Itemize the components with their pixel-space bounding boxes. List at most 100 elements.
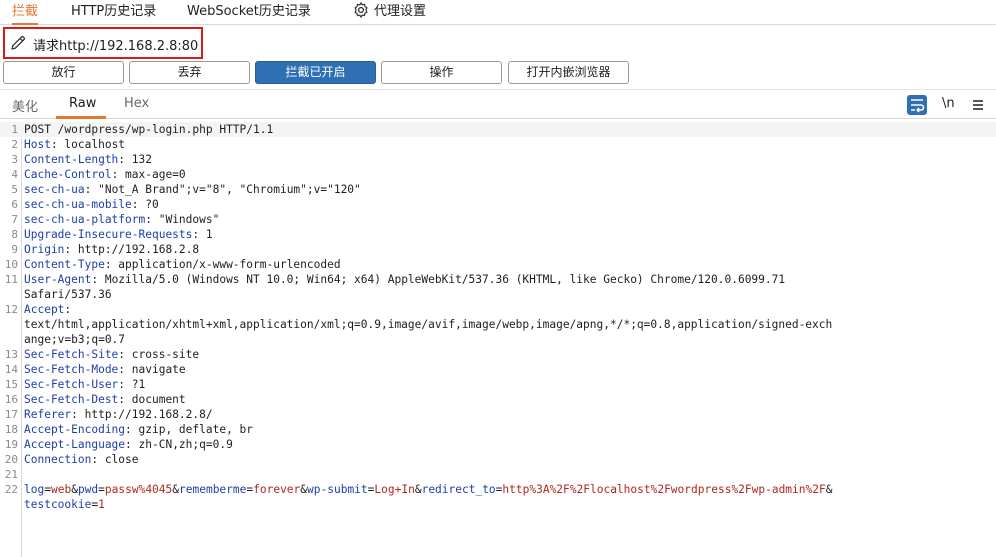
param-value: Log+In xyxy=(374,483,415,496)
code-line: 21 xyxy=(0,467,996,482)
code-line: testcookie=1 xyxy=(0,497,996,512)
code-line: 1 POST /wordpress/wp-login.php HTTP/1.1 xyxy=(0,122,996,137)
header-name: Accept-Language xyxy=(24,438,126,451)
hamburger-icon xyxy=(973,100,983,110)
code-line: 15 Sec-Fetch-User: ?1 xyxy=(0,377,996,392)
line-number: 13 xyxy=(4,348,18,361)
header-value: Safari/537.36 xyxy=(24,288,112,301)
header-value: : close xyxy=(91,453,139,466)
raw-request-editor[interactable]: 1 POST /wordpress/wp-login.php HTTP/1.1 2 H… xyxy=(0,122,996,512)
header-value: : Mozilla/5.0 (Windows NT 10.0; Win64; x… xyxy=(91,273,786,286)
line-text: Cache-Control: max-age=0 xyxy=(24,167,186,182)
pencil-icon[interactable] xyxy=(9,34,27,52)
open-browser-button[interactable]: 打开内嵌浏览器 xyxy=(508,61,629,84)
wrap-lines-button[interactable] xyxy=(907,95,927,115)
line-number: 14 xyxy=(4,363,18,376)
header-name: Sec-Fetch-User xyxy=(24,378,119,391)
line-number: 12 xyxy=(4,303,18,316)
line-text: testcookie=1 xyxy=(24,497,105,512)
code-line: 14 Sec-Fetch-Mode: navigate xyxy=(0,362,996,377)
header-name: Upgrade-Insecure-Requests xyxy=(24,228,193,241)
line-number: 7 xyxy=(11,213,18,226)
code-line: 12 Accept: xyxy=(0,302,996,317)
editor-menu-button[interactable] xyxy=(968,95,988,115)
header-name: sec-ch-ua-platform xyxy=(24,213,146,226)
action-button[interactable]: 操作 xyxy=(381,61,502,84)
header-name: Sec-Fetch-Mode xyxy=(24,363,119,376)
wrap-lines-icon xyxy=(911,99,925,113)
tab-pretty[interactable]: 美化 xyxy=(12,96,38,115)
header-name: Connection xyxy=(24,453,92,466)
header-value: : cross-site xyxy=(118,348,200,361)
line-number: 10 xyxy=(4,258,18,271)
code-line: 20 Connection: close xyxy=(0,452,996,467)
line-number: 21 xyxy=(4,468,18,481)
proxy-tab-strip: 拦截 HTTP历史记录 WebSocket历史记录 代理设置 xyxy=(0,0,996,25)
code-line: 4 Cache-Control: max-age=0 xyxy=(0,167,996,182)
header-value: : http://192.168.2.8 xyxy=(64,243,200,256)
code-line: ange;v=b3;q=0.7 xyxy=(0,332,996,347)
param-value: forever xyxy=(253,483,301,496)
header-value: POST /wordpress/wp-login.php HTTP/1.1 xyxy=(24,123,274,136)
param-name: pwd xyxy=(77,483,99,496)
header-value: : zh-CN,zh;q=0.9 xyxy=(125,438,233,451)
line-number: 22 xyxy=(4,483,18,496)
line-number: 6 xyxy=(11,198,18,211)
param-separator: & xyxy=(414,483,422,496)
header-name: Sec-Fetch-Dest xyxy=(24,393,119,406)
tab-proxy-settings[interactable]: 代理设置 xyxy=(352,0,426,25)
line-number: 19 xyxy=(4,438,18,451)
drop-button[interactable]: 丢弃 xyxy=(129,61,250,84)
code-line: 10 Content-Type: application/x-www-form-u… xyxy=(0,257,996,272)
tab-hex[interactable]: Hex xyxy=(124,96,149,111)
code-line: 7 sec-ch-ua-platform: "Windows" xyxy=(0,212,996,227)
request-target-box: 请求http://192.168.2.8:80 xyxy=(3,27,203,59)
line-text: Accept: xyxy=(24,302,71,317)
param-separator: = xyxy=(98,483,105,496)
param-separator: & xyxy=(71,483,78,496)
header-value: : navigate xyxy=(118,363,186,376)
header-name: Content-Type xyxy=(24,258,105,271)
line-text: sec-ch-ua-platform: "Windows" xyxy=(24,212,219,227)
tab-raw[interactable]: Raw xyxy=(69,96,96,111)
header-name: Origin xyxy=(24,243,65,256)
line-text: Sec-Fetch-User: ?1 xyxy=(24,377,145,392)
code-line: 5 sec-ch-ua: "Not_A Brand";v="8", "Chromi… xyxy=(0,182,996,197)
line-text: Accept-Language: zh-CN,zh;q=0.9 xyxy=(24,437,233,452)
param-name: rememberme xyxy=(179,483,247,496)
header-value: : max-age=0 xyxy=(111,168,186,181)
code-line: 2 Host: localhost xyxy=(0,137,996,152)
param-value: passw%4045 xyxy=(104,483,173,496)
tab-websocket-history[interactable]: WebSocket历史记录 xyxy=(187,0,311,25)
forward-button[interactable]: 放行 xyxy=(3,61,124,84)
header-name: Content-Length xyxy=(24,153,119,166)
code-line: text/html,application/xhtml+xml,applicat… xyxy=(0,317,996,332)
code-line: 13 Sec-Fetch-Site: cross-site xyxy=(0,347,996,362)
header-value: : xyxy=(64,303,72,316)
line-text: Origin: http://192.168.2.8 xyxy=(24,242,199,257)
header-value: : ?1 xyxy=(118,378,146,391)
line-number: 11 xyxy=(4,273,18,286)
line-number: 9 xyxy=(11,243,18,256)
header-value: : application/x-www-form-urlencoded xyxy=(104,258,341,271)
code-line: 16 Sec-Fetch-Dest: document xyxy=(0,392,996,407)
code-line: 22 log=web&pwd=passw%4045&rememberme=fore… xyxy=(0,482,996,497)
code-line: 17 Referer: http://192.168.2.8/ xyxy=(0,407,996,422)
tab-intercept[interactable]: 拦截 xyxy=(12,0,39,25)
param-separator: = xyxy=(44,483,51,496)
line-text: Sec-Fetch-Mode: navigate xyxy=(24,362,186,377)
code-line: Safari/537.36 xyxy=(0,287,996,302)
param-separator: & xyxy=(825,483,833,496)
show-newlines-button[interactable]: \n xyxy=(942,96,955,111)
tab-http-history[interactable]: HTTP历史记录 xyxy=(71,0,156,25)
header-value: : gzip, deflate, br xyxy=(125,423,254,436)
request-target-text: 请求http://192.168.2.8:80 xyxy=(33,39,199,54)
line-number: 20 xyxy=(4,453,18,466)
header-value: : localhost xyxy=(50,138,126,151)
line-number: 2 xyxy=(11,138,18,151)
header-name: Sec-Fetch-Site xyxy=(24,348,119,361)
line-text: Sec-Fetch-Dest: document xyxy=(24,392,186,407)
header-name: Accept xyxy=(24,303,65,316)
intercept-toggle-button[interactable]: 拦截已开启 xyxy=(255,61,376,84)
line-number: 4 xyxy=(11,168,18,181)
